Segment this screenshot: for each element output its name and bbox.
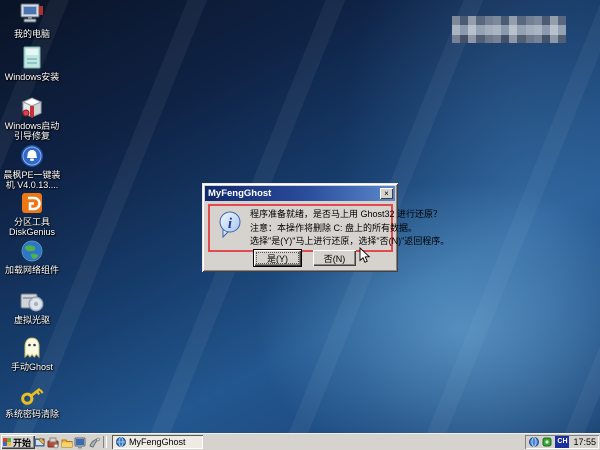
message-line-1: 程序准备就绪，是否马上用 Ghost32 进行还原？ [250, 209, 443, 219]
dialog-title: MyFengGhost [208, 188, 272, 199]
desktop-icon-windows-setup[interactable]: Windows安装 [0, 45, 64, 82]
my-computer-icon [18, 2, 46, 28]
folder-icon[interactable] [61, 436, 73, 448]
show-desktop-icon[interactable] [34, 436, 46, 448]
desktop-icon-chenfeng-pe[interactable]: 晨枫PE一键装 机 V4.0.13.... [0, 143, 64, 190]
close-button[interactable]: × [380, 188, 393, 199]
desktop: 我的电脑 Windows安装 Windows启动 引导修复 晨枫PE一键装 机 … [0, 0, 600, 450]
chenfeng-pe-icon [18, 143, 46, 169]
desktop-icon-network-components[interactable]: 加载网络组件 [0, 238, 64, 275]
yes-button[interactable]: 是(Y) [253, 249, 302, 267]
info-icon: i [217, 211, 243, 246]
mouse-cursor-icon [359, 246, 372, 269]
desktop-icon-manual-ghost[interactable]: 手动Ghost [0, 335, 64, 372]
blurred-watermark [452, 16, 566, 43]
desktop-icon-my-computer[interactable]: 我的电脑 [0, 2, 64, 39]
start-button-label: 开始 [13, 437, 32, 448]
close-icon: × [384, 189, 389, 198]
taskbar-button-myfengghost[interactable]: MyFengGhost [112, 435, 203, 449]
network-globe-icon[interactable] [529, 437, 540, 447]
dialog-titlebar[interactable]: MyFengGhost × [205, 186, 395, 201]
setup-tool-icon[interactable] [47, 436, 59, 449]
network-components-icon [18, 238, 46, 264]
desktop-icon-label: Windows安装 [4, 72, 60, 82]
sweep-icon[interactable] [88, 436, 100, 448]
desktop-icon-label: 我的电脑 [13, 29, 50, 39]
desktop-icon-label: 晨枫PE一键装 机 V4.0.13.... [3, 170, 61, 190]
boot-repair-icon [18, 94, 46, 120]
taskbar-separator [103, 436, 107, 448]
password-clear-icon [18, 382, 46, 408]
start-logo-icon [3, 438, 11, 446]
message-panel: i 程序准备就绪，是否马上用 Ghost32 进行还原？ 注意：本操作将删除 C… [208, 204, 449, 252]
desktop-icon-label: 手动Ghost [10, 362, 53, 372]
app-icon [116, 437, 126, 447]
desktop-icon-label: Windows启动 引导修复 [4, 121, 60, 141]
desktop-icon-label: 系统密码清除 [4, 409, 59, 419]
myfengghost-dialog: MyFengGhost × i 程序准备就绪，是否马上用 Ghost32 进行还… [202, 183, 449, 272]
clock[interactable]: 17:55 [572, 437, 596, 447]
desktop-icon-label: 虚拟光驱 [13, 315, 50, 325]
message-line-2: 注意：本操作将删除 C: 盘上的所有数据。 [250, 222, 418, 233]
desktop-icon-password-clear[interactable]: 系统密码清除 [0, 382, 64, 419]
desktop-icon-boot-repair[interactable]: Windows启动 引导修复 [0, 94, 64, 141]
desktop-icon-virtual-cdrom[interactable]: 虚拟光驱 [0, 288, 64, 325]
taskbar: 开始 MyFengGhost CH 17:55 [0, 433, 600, 450]
start-button[interactable]: 开始 [1, 435, 35, 449]
virtual-cdrom-icon [18, 288, 46, 314]
system-tray: CH 17:55 [525, 435, 599, 449]
manual-ghost-icon [18, 335, 46, 361]
desktop-icon-diskgenius[interactable]: 分区工具 DiskGenius [0, 190, 64, 237]
desktop-icon-label: 加载网络组件 [4, 265, 59, 275]
taskbar-button-label: MyFengGhost [129, 437, 186, 447]
diskgenius-icon [18, 190, 46, 216]
pe-tool-icon[interactable] [542, 437, 552, 447]
no-button[interactable]: 否(N) [313, 250, 356, 266]
input-language-indicator[interactable]: CH [555, 436, 570, 448]
desktop-icon-label: 分区工具 DiskGenius [8, 217, 55, 237]
windows-setup-icon [18, 45, 46, 71]
display-settings-icon[interactable] [74, 436, 86, 449]
